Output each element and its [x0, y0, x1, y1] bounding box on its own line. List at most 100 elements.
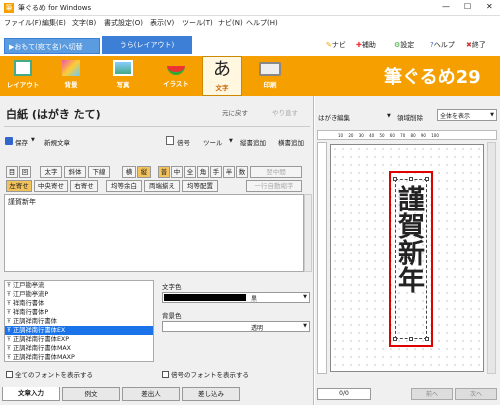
justify-button[interactable]: 両端揃え: [144, 180, 180, 192]
show-kaiin-fonts-checkbox[interactable]: 倍号のフォントを表示する: [162, 369, 249, 379]
font-list-item[interactable]: Ŧ 正調祥南行書体MAXP: [5, 353, 153, 361]
view-select[interactable]: 全体を表示 ▼: [437, 109, 497, 121]
resize-handle[interactable]: [409, 337, 413, 341]
text-area[interactable]: 謹賀新年: [4, 194, 304, 272]
ribbon-tab-text[interactable]: あ 文字: [202, 56, 242, 96]
auto-shrink-button[interactable]: 一行自動縮字: [246, 180, 302, 192]
font-list[interactable]: Ŧ 江戸勘亭流 Ŧ 江戸勘亭流P Ŧ 祥南行書体 Ŧ 祥南行書体P Ŧ 正調祥南行書体 Ŧ…: [4, 280, 154, 362]
postcard-canvas[interactable]: 謹賀新年: [330, 144, 484, 372]
bottom-tab-merge[interactable]: 差し込み: [182, 387, 240, 401]
underline-button[interactable]: 下線: [88, 166, 110, 178]
menu-help[interactable]: ヘルプ(H): [246, 18, 278, 28]
watermelon-icon: [167, 66, 185, 75]
fmt-btn-8[interactable]: 中: [171, 166, 183, 178]
menu-text[interactable]: 文字(B): [72, 18, 96, 28]
app-icon: 筆: [4, 3, 14, 13]
align-left-button[interactable]: 左寄せ: [6, 180, 32, 192]
resize-handle[interactable]: [425, 177, 429, 181]
bottom-tab-sender[interactable]: 差出人: [122, 387, 180, 401]
menu-file[interactable]: ファイル(F): [4, 18, 42, 28]
font-list-item[interactable]: Ŧ 祥南行書体: [5, 299, 153, 308]
font-list-item[interactable]: Ŧ 江戸勘亭流P: [5, 290, 153, 299]
save-button[interactable]: 保存: [15, 137, 28, 147]
undo-button[interactable]: 元に戻す: [222, 107, 248, 117]
new-doc-button[interactable]: 新規文章: [44, 137, 70, 147]
canvas-scrollbar[interactable]: [487, 142, 496, 374]
right-tool-help[interactable]: ?ヘルプ: [430, 40, 455, 50]
horizontal-button[interactable]: 横: [122, 166, 136, 178]
distribute-button[interactable]: 均等配置: [182, 180, 218, 192]
horizontal-add-button[interactable]: 横書追加: [278, 137, 304, 147]
menu-tool[interactable]: ツール(T): [182, 18, 213, 28]
fmt-btn-12[interactable]: 半: [223, 166, 235, 178]
redo-button[interactable]: やり直す: [272, 107, 298, 117]
kaiin-button[interactable]: 倍号: [177, 137, 190, 147]
edit-menu[interactable]: 編集: [337, 112, 350, 122]
align-right-button[interactable]: 右寄せ: [70, 180, 98, 192]
equal-margin-button[interactable]: 均等余白: [106, 180, 142, 192]
bg-color-select[interactable]: 透明 ▼: [162, 321, 310, 332]
maximize-button[interactable]: ☐: [464, 2, 471, 11]
fmt-btn-9[interactable]: 全: [184, 166, 196, 178]
vertical-add-button[interactable]: 縦書追加: [240, 137, 266, 147]
ribbon-tab-print[interactable]: 印刷: [250, 58, 290, 94]
right-tool-settings[interactable]: ⚙設定: [394, 40, 414, 50]
menu-edit[interactable]: 編集(E): [42, 18, 66, 28]
font-list-item[interactable]: Ŧ 正調祥南行書体MAX: [5, 344, 153, 353]
prev-page-button[interactable]: 前へ: [411, 388, 453, 400]
fmt-btn-1[interactable]: 回: [19, 166, 31, 178]
font-list-item[interactable]: Ŧ 正調祥南行書体EX: [5, 326, 153, 335]
fmt-btn-14[interactable]: 翌中間: [250, 166, 302, 178]
vertical-button[interactable]: 縦: [137, 166, 151, 178]
resize-handle[interactable]: [393, 177, 397, 181]
side-tab-layout[interactable]: うら(レイアウト): [102, 36, 192, 54]
font-list-item[interactable]: Ŧ 正調祥南行書体EXP: [5, 335, 153, 344]
show-all-fonts-checkbox[interactable]: 全てのフォントを表示する: [6, 369, 93, 379]
tool-dropdown-icon[interactable]: ▼: [229, 138, 233, 144]
clear-area-button[interactable]: 領域削除: [397, 112, 423, 122]
right-tool-assist[interactable]: ✚補助: [356, 40, 376, 50]
fmt-btn-10[interactable]: 角: [197, 166, 209, 178]
ribbon: レイアウト 背景 写真 イラスト あ 文字 印刷 筆ぐるめ29: [0, 56, 500, 96]
brand-logo: 筆ぐるめ29: [384, 67, 481, 88]
right-tool-exit[interactable]: ✖終了: [466, 40, 486, 50]
save-dropdown-icon[interactable]: ▼: [31, 137, 35, 143]
minimize-button[interactable]: —: [442, 2, 450, 11]
fmt-btn-11[interactable]: 手: [210, 166, 222, 178]
resize-handle[interactable]: [409, 177, 413, 181]
ruler-labels: 10 20 30 40 50 60 70 80 90 100: [338, 133, 439, 138]
ribbon-tab-layout[interactable]: レイアウト: [4, 58, 42, 94]
font-list-item[interactable]: Ŧ 江戸勘亭流: [5, 281, 153, 290]
bottom-tab-input[interactable]: 文章入力: [2, 387, 60, 401]
text-color-select[interactable]: 黒 ▼: [162, 292, 310, 303]
ribbon-tab-illust[interactable]: イラスト: [154, 58, 198, 94]
ribbon-tab-background[interactable]: 背景: [52, 58, 90, 94]
text-scrollbar[interactable]: [304, 194, 312, 272]
fmt-btn-0[interactable]: 目: [6, 166, 18, 178]
bottom-tab-example[interactable]: 例文: [62, 387, 120, 401]
ruler: 10 20 30 40 50 60 70 80 90 100: [317, 130, 497, 140]
ribbon-tab-photo[interactable]: 写真: [104, 58, 142, 94]
align-center-button[interactable]: 中央寄せ: [34, 180, 68, 192]
menu-navi[interactable]: ナビ(N): [218, 18, 243, 28]
side-toggle-button[interactable]: ▶おもて(宛て名)へ切替: [4, 38, 100, 54]
fmt-btn-7[interactable]: 普: [158, 166, 170, 178]
tool-menu[interactable]: ツール: [203, 137, 223, 147]
bold-button[interactable]: 太字: [40, 166, 62, 178]
divider: [4, 126, 310, 127]
right-tool-navi[interactable]: ✎ナビ: [326, 40, 346, 50]
layout-icon: [14, 60, 32, 76]
menu-view[interactable]: 表示(V): [150, 18, 174, 28]
resize-handle[interactable]: [393, 337, 397, 341]
menu-format[interactable]: 書式設定(O): [104, 18, 143, 28]
font-list-item[interactable]: Ŧ 祥南行書体P: [5, 308, 153, 317]
next-page-button[interactable]: 次へ: [455, 388, 497, 400]
edit-dropdown-icon[interactable]: ▼: [387, 113, 391, 119]
font-list-item[interactable]: Ŧ 正調祥南行書体: [5, 317, 153, 326]
resize-handle[interactable]: [425, 337, 429, 341]
font-name: 正調祥南行書体MAX: [12, 345, 71, 352]
fmt-btn-13[interactable]: 数: [236, 166, 248, 178]
background-icon: [62, 60, 80, 76]
italic-button[interactable]: 斜体: [64, 166, 86, 178]
close-button[interactable]: ✕: [486, 2, 493, 11]
